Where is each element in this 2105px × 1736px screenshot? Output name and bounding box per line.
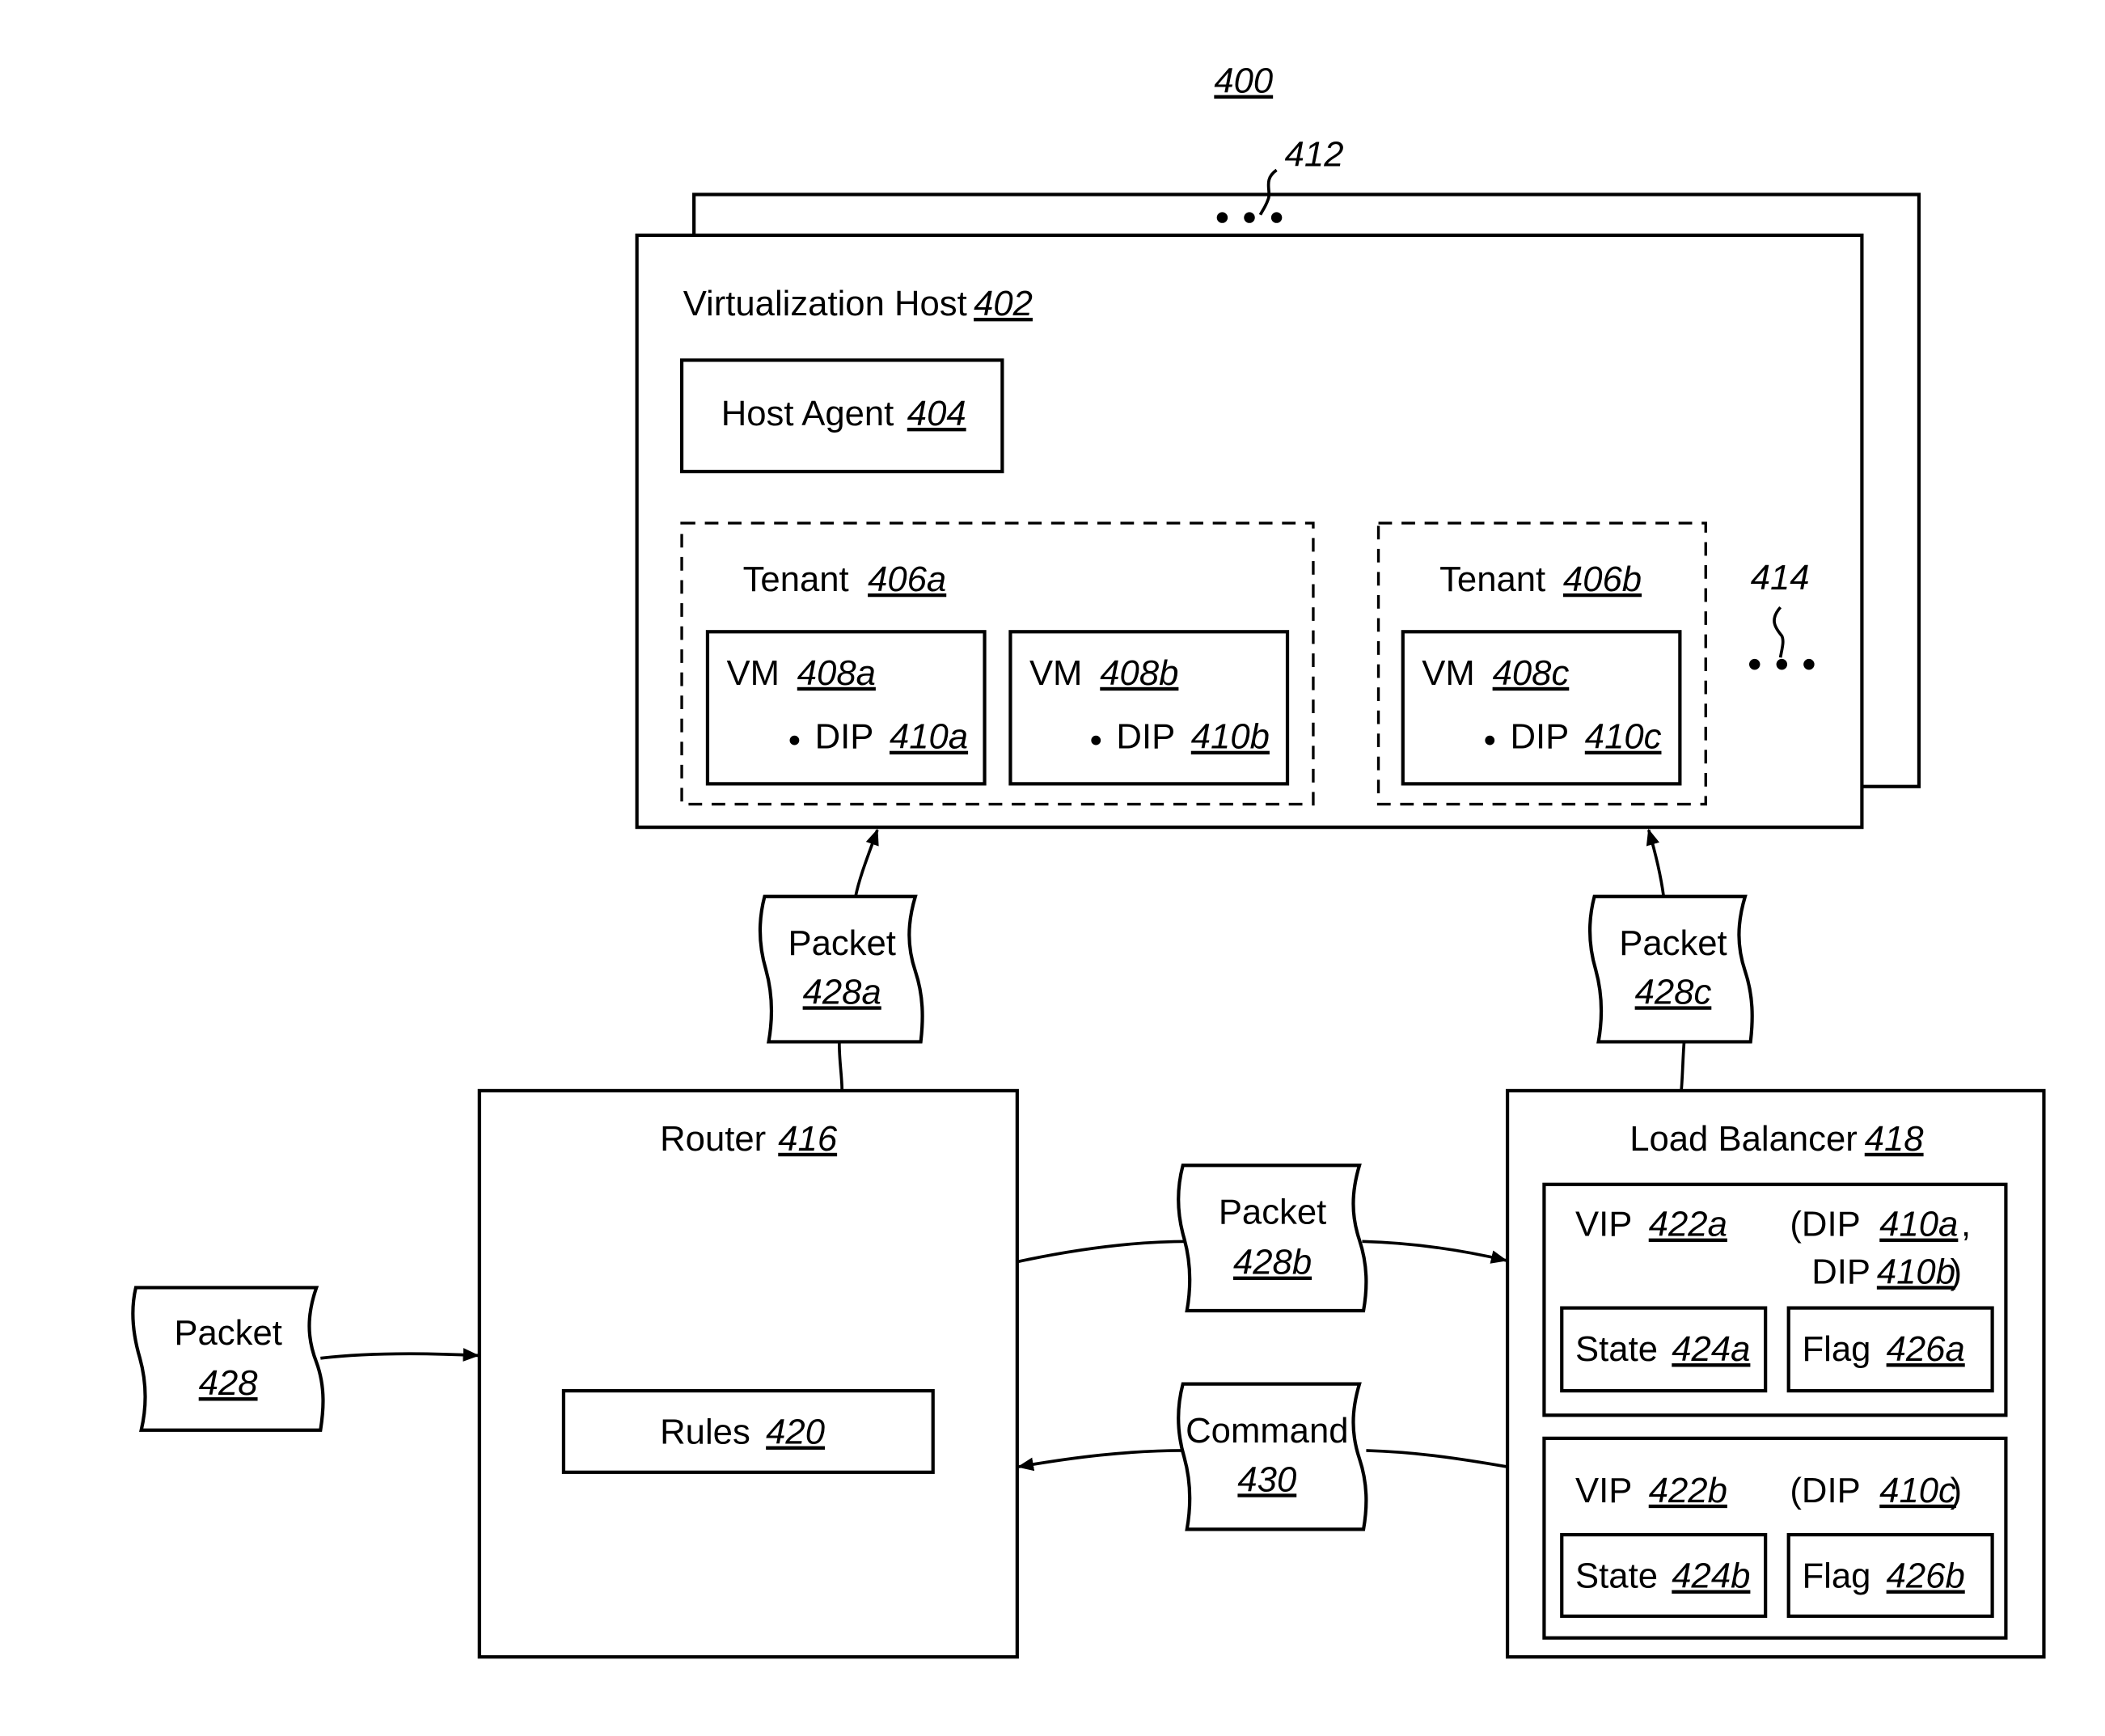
packet-ref: 428a bbox=[803, 972, 881, 1012]
rules-ref: 420 bbox=[766, 1413, 825, 1452]
state-title: State bbox=[1575, 1556, 1658, 1596]
packet-ref: 428b bbox=[1233, 1243, 1312, 1282]
vm-ref: 408a bbox=[797, 653, 876, 693]
command-ref: 430 bbox=[1237, 1459, 1296, 1499]
vm-408a: VM 408a DIP 410a bbox=[705, 630, 987, 786]
virtualization-host: Virtualization Host 402 Host Agent 404 T… bbox=[635, 233, 1864, 830]
vip-dips-open: (DIP bbox=[1790, 1205, 1860, 1244]
rules: Rules 420 bbox=[561, 1388, 935, 1474]
vm-ref: 408c bbox=[1493, 653, 1570, 693]
tenant-title: Tenant bbox=[1439, 560, 1545, 599]
command-430: Command 430 bbox=[1177, 1382, 1368, 1531]
bullet-icon bbox=[1091, 735, 1101, 746]
vm-408b: VM 408b DIP 410b bbox=[1008, 630, 1290, 786]
flag-426b: Flag 426b bbox=[1786, 1532, 1994, 1618]
host-title: Virtualization Host bbox=[683, 284, 967, 323]
packet-428b: Packet 428b bbox=[1177, 1164, 1368, 1313]
vip-title: VIP bbox=[1575, 1471, 1632, 1510]
vip-ref: 422a bbox=[1649, 1205, 1727, 1244]
command-title: Command bbox=[1186, 1411, 1348, 1451]
state-title: State bbox=[1575, 1329, 1658, 1369]
vip-dip2-ref: 410b bbox=[1877, 1252, 1955, 1291]
flag-ref: 426a bbox=[1887, 1329, 1965, 1369]
dip-label: DIP bbox=[1116, 717, 1175, 757]
flag-title: Flag bbox=[1803, 1329, 1871, 1369]
dip-ref: 410b bbox=[1191, 717, 1270, 757]
packet-title: Packet bbox=[788, 923, 895, 963]
load-balancer: Load Balancer 418 VIP 422a (DIP 410a , D… bbox=[1505, 1088, 2046, 1659]
state-ref: 424b bbox=[1672, 1556, 1750, 1596]
vip-close-paren: ) bbox=[1951, 1252, 1963, 1291]
vm-ref: 408b bbox=[1100, 653, 1178, 693]
vm-title: VM bbox=[1029, 653, 1082, 693]
arrow-packet-in-to-router bbox=[320, 1348, 480, 1362]
lb-title: Load Balancer bbox=[1629, 1119, 1858, 1159]
packet-428: Packet 428 bbox=[131, 1286, 325, 1432]
state-424b: State 424b bbox=[1560, 1532, 1768, 1618]
lb-ref: 418 bbox=[1865, 1119, 1925, 1159]
packet-title: Packet bbox=[174, 1313, 281, 1353]
host-ref: 402 bbox=[974, 284, 1033, 323]
host-agent-title: Host Agent bbox=[721, 394, 894, 433]
rules-title: Rules bbox=[660, 1413, 750, 1452]
packet-428c: Packet 428c bbox=[1588, 894, 1754, 1044]
vip-comma: , bbox=[1961, 1205, 1971, 1244]
vip-title: VIP bbox=[1575, 1205, 1632, 1244]
packet-ref: 428 bbox=[199, 1363, 259, 1403]
tenant-ref: 406b bbox=[1563, 560, 1642, 599]
stack-ref: 412 bbox=[1285, 134, 1344, 174]
vip-dip1-ref: 410c bbox=[1879, 1471, 1956, 1510]
packet-ref: 428c bbox=[1635, 972, 1712, 1012]
dip-ref: 410a bbox=[890, 717, 968, 757]
more-tenants-ref: 414 bbox=[1751, 558, 1810, 598]
tenant-title: Tenant bbox=[743, 560, 849, 599]
vm-408c: VM 408c DIP 410c bbox=[1401, 630, 1682, 786]
host-agent-ref: 404 bbox=[907, 394, 966, 433]
vip-422a: VIP 422a (DIP 410a , DIP 410b ) State 42… bbox=[1542, 1182, 2008, 1417]
dip-ref: 410c bbox=[1585, 717, 1662, 757]
vm-title: VM bbox=[1422, 653, 1474, 693]
vip-422b: VIP 422b (DIP 410c ) State 424b Flag 426… bbox=[1542, 1436, 2008, 1640]
bullet-icon bbox=[1485, 735, 1495, 746]
vip-close-paren: ) bbox=[1951, 1471, 1963, 1510]
router: Router 416 Rules 420 bbox=[477, 1088, 1019, 1659]
tenant-ref: 406a bbox=[868, 560, 946, 599]
vip-dip1-ref: 410a bbox=[1879, 1205, 1958, 1244]
bullet-icon bbox=[789, 735, 800, 746]
state-424a: State 424a bbox=[1560, 1306, 1768, 1393]
packet-428a: Packet 428a bbox=[758, 894, 924, 1044]
flag-title: Flag bbox=[1803, 1556, 1871, 1596]
router-ref: 416 bbox=[778, 1119, 838, 1159]
flag-ref: 426b bbox=[1887, 1556, 1965, 1596]
flag-426a: Flag 426a bbox=[1786, 1306, 1994, 1393]
figure-ref: 400 bbox=[1214, 61, 1273, 101]
vip-dip2-label: DIP bbox=[1811, 1252, 1870, 1291]
packet-title: Packet bbox=[1619, 923, 1727, 963]
diagram-canvas: 400 412 Virtualization Host 402 Host Age… bbox=[131, 61, 2046, 1659]
vip-dips-open: (DIP bbox=[1790, 1471, 1860, 1510]
vm-title: VM bbox=[726, 653, 779, 693]
state-ref: 424a bbox=[1672, 1329, 1750, 1369]
dip-label: DIP bbox=[1510, 717, 1569, 757]
vip-ref: 422b bbox=[1649, 1471, 1727, 1510]
packet-title: Packet bbox=[1219, 1192, 1326, 1231]
dip-label: DIP bbox=[815, 717, 874, 757]
router-title: Router bbox=[660, 1119, 766, 1159]
host-agent: Host Agent 404 bbox=[679, 358, 1004, 474]
